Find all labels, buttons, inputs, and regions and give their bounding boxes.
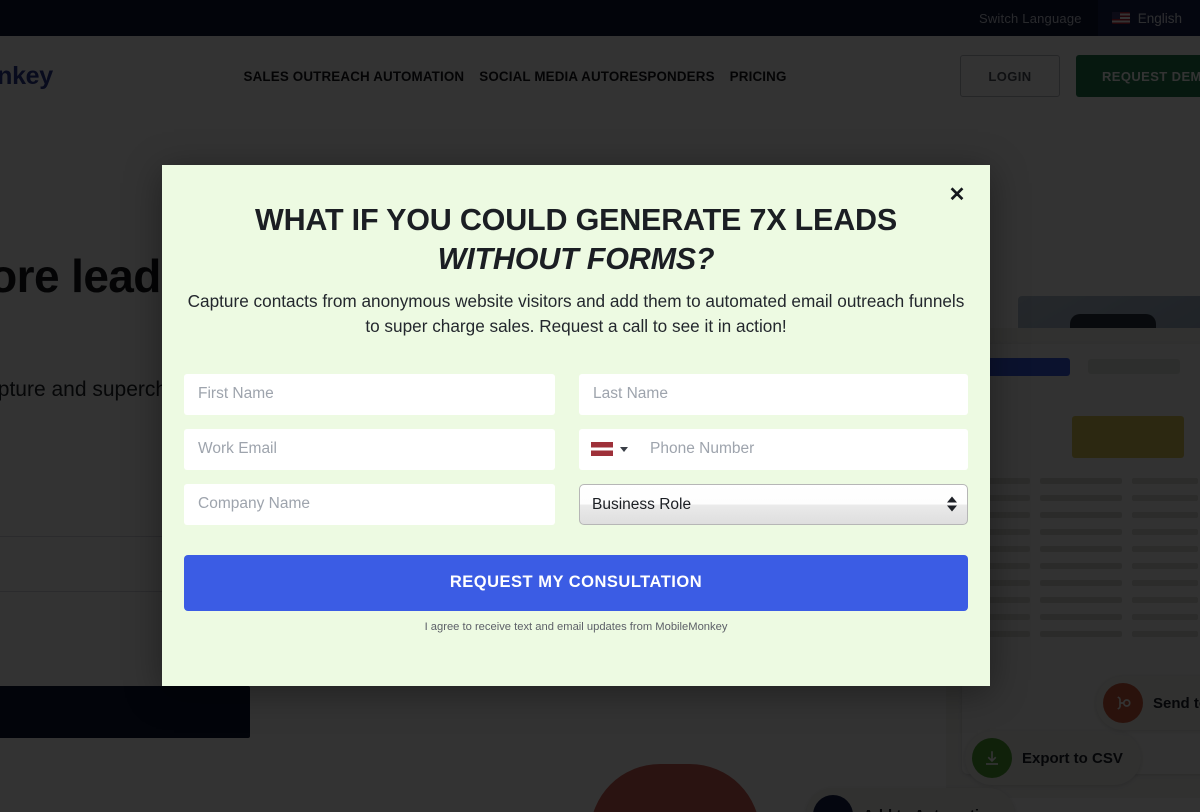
modal-title-line2: WITHOUT FORMS? <box>437 242 715 277</box>
consent-disclaimer: I agree to receive text and email update… <box>424 620 728 633</box>
request-consultation-button[interactable]: REQUEST MY CONSULTATION <box>184 554 968 611</box>
lead-capture-form: Business Role <box>184 373 968 525</box>
first-name-input[interactable] <box>184 373 555 415</box>
phone-number-field <box>579 428 968 470</box>
chevron-down-icon[interactable] <box>620 446 628 452</box>
close-icon[interactable]: ✕ <box>942 180 972 210</box>
business-role-field: Business Role <box>579 483 968 525</box>
company-name-input[interactable] <box>184 483 555 525</box>
modal-title-line1: WHAT IF YOU COULD GENERATE 7X LEADS <box>254 203 897 237</box>
lead-capture-modal: ✕ WHAT IF YOU COULD GENERATE 7X LEADS WI… <box>162 165 990 686</box>
modal-subtitle: Capture contacts from anonymous website … <box>187 291 965 336</box>
page-root: Switch Language English eMonkey SALES OU… <box>0 0 1200 812</box>
phone-number-input[interactable] <box>628 428 968 470</box>
work-email-input[interactable] <box>184 428 555 470</box>
last-name-input[interactable] <box>579 373 968 415</box>
business-role-select[interactable]: Business Role <box>579 483 968 525</box>
latvia-flag-icon[interactable] <box>591 442 613 457</box>
modal-title: WHAT IF YOU COULD GENERATE 7X LEADS WITH… <box>206 201 946 279</box>
